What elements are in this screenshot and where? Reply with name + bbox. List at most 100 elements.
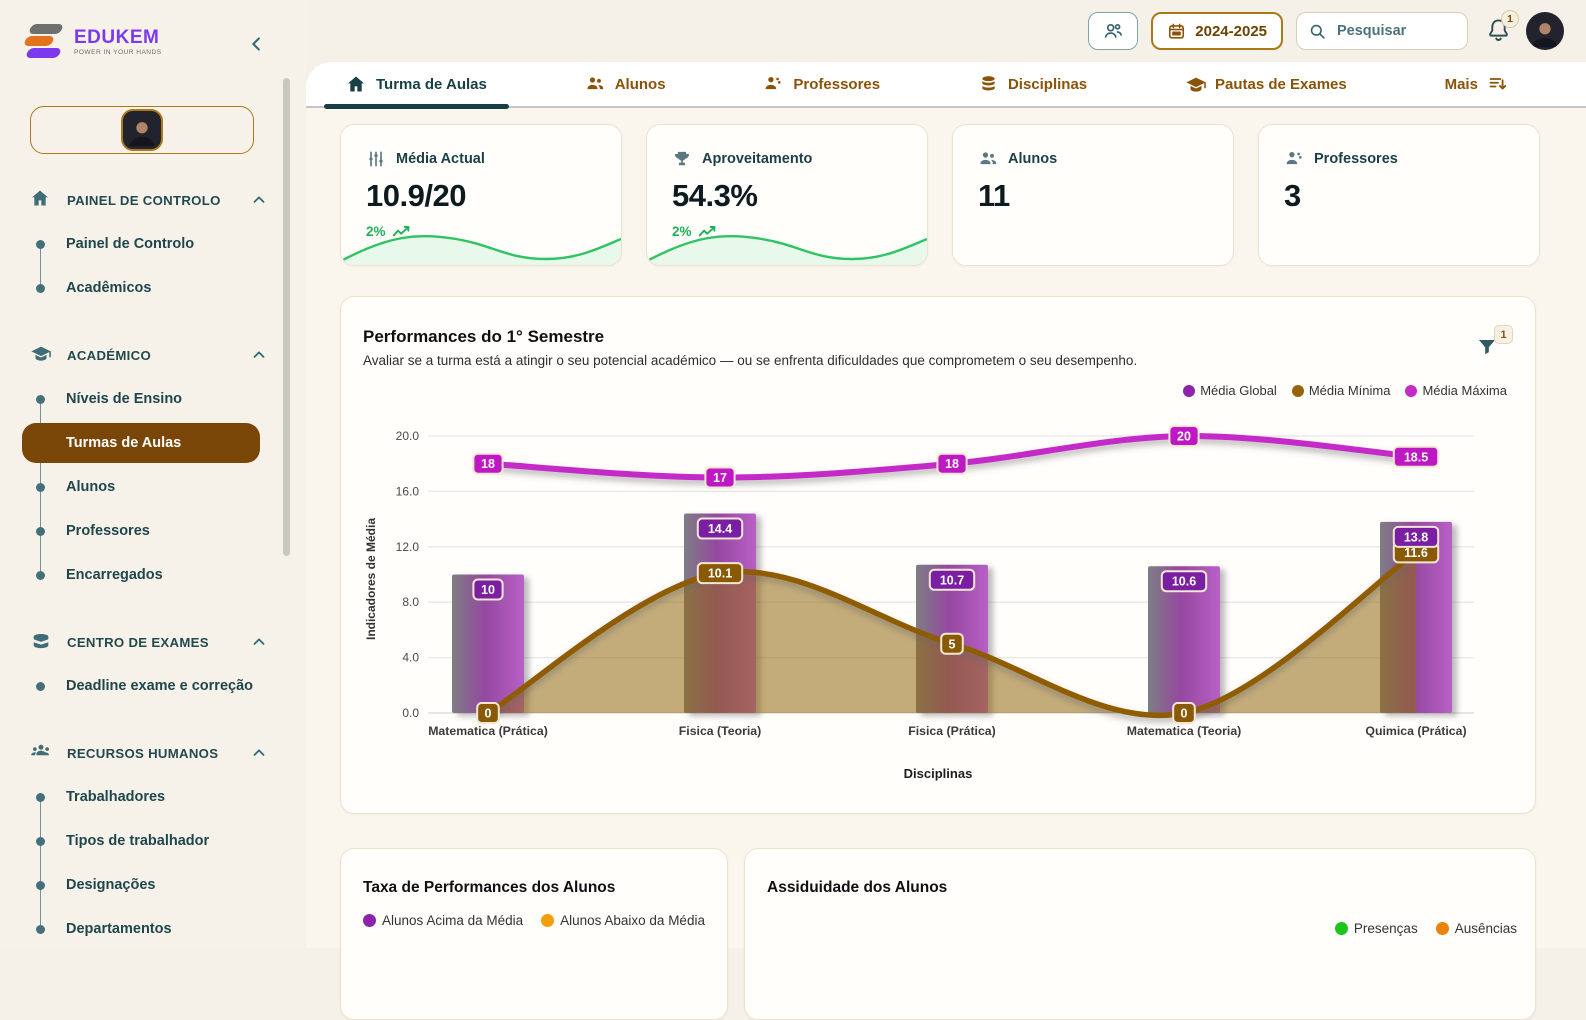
sidebar-item-turmas-de-aulas[interactable]: Turmas de Aulas	[0, 421, 290, 465]
bullet-icon	[36, 527, 45, 536]
legend-item-média-mínima: Média Mínima	[1292, 383, 1391, 398]
svg-text:18: 18	[945, 457, 959, 471]
teachers-icon	[763, 74, 783, 94]
tab-pautas-de-exames[interactable]: Pautas de Exames	[1179, 62, 1353, 106]
contacts-button[interactable]	[1088, 12, 1138, 50]
legend-dot-icon	[1405, 385, 1417, 397]
chart-title: Performances do 1° Semestre	[363, 327, 604, 347]
svg-text:Fisica (Prática): Fisica (Prática)	[908, 724, 995, 738]
sidebar-item-professores[interactable]: Professores	[0, 509, 290, 553]
legend-label: Alunos Acima da Média	[382, 913, 523, 928]
legend-label: Ausências	[1455, 921, 1517, 936]
sidebar-section-label: ACADÉMICO	[67, 348, 151, 363]
sidebar-item-deadline-exame-e-correção[interactable]: Deadline exame e correção	[0, 664, 290, 708]
svg-text:18.5: 18.5	[1404, 450, 1428, 464]
sidebar-section-centro-de-exames[interactable]: CENTRO DE EXAMES	[0, 620, 290, 664]
home-icon	[346, 74, 366, 94]
brand-tagline: POWER IN YOUR HANDS	[74, 49, 162, 56]
legend-item-presenças: Presenças	[1335, 921, 1418, 936]
svg-text:13.8: 13.8	[1404, 530, 1428, 544]
sidebar: EDUKEM POWER IN YOUR HANDS PAINEL DE CON…	[0, 0, 306, 948]
stat-label: Aproveitamento	[702, 151, 812, 167]
legend-label: Média Global	[1200, 383, 1277, 398]
brand-name: EDUKEM	[74, 28, 162, 48]
card-assiduidade-dos-alunos: Assiduidade dos Alunos Presenças Ausências	[744, 848, 1536, 1020]
tab-label: Mais	[1445, 76, 1478, 93]
tab-professores[interactable]: Professores	[757, 62, 886, 106]
tab-label: Professores	[793, 76, 880, 93]
svg-text:10.7: 10.7	[940, 573, 964, 587]
bullet-icon	[36, 483, 45, 492]
stat-value: 11	[953, 169, 1233, 214]
tab-turma-de-aulas[interactable]: Turma de Aulas	[340, 62, 493, 106]
sidebar-section-label: PAINEL DE CONTROLO	[67, 193, 221, 208]
svg-text:20: 20	[1177, 430, 1191, 444]
notifications-button[interactable]: 1	[1485, 16, 1513, 46]
sidebar-item-label: Deadline exame e correção	[66, 678, 253, 694]
academic-year-button[interactable]: 2024-2025	[1151, 12, 1283, 50]
svg-text:11.6: 11.6	[1404, 546, 1428, 560]
chevron-up-icon	[250, 633, 268, 651]
sidebar-item-encarregados[interactable]: Encarregados	[0, 553, 290, 597]
edukem-logo-icon	[24, 22, 64, 62]
sidebar-item-acadêmicos[interactable]: Acadêmicos	[0, 266, 290, 310]
calendar-icon	[1167, 22, 1186, 41]
search-box	[1296, 12, 1468, 50]
bullet-icon	[36, 837, 45, 846]
sidebar-item-níveis-de-ensino[interactable]: Níveis de Ensino	[0, 377, 290, 421]
legend-label: Presenças	[1354, 921, 1418, 936]
chart-legend: Média Global Média Mínima Média Máxima	[1183, 383, 1507, 398]
sidebar-item-tipos-de-trabalhador[interactable]: Tipos de trabalhador	[0, 819, 290, 863]
tab-mais[interactable]: Mais	[1439, 62, 1514, 106]
svg-text:10: 10	[481, 583, 495, 597]
svg-text:16.0: 16.0	[396, 484, 420, 498]
sidebar-item-designações[interactable]: Designações	[0, 863, 290, 907]
sidebar-item-label: Acadêmicos	[66, 280, 151, 296]
bullet-icon	[36, 395, 45, 404]
sidebar-item-painel-de-controlo[interactable]: Painel de Controlo	[0, 222, 290, 266]
sidebar-section-painel-de-controlo[interactable]: PAINEL DE CONTROLO	[0, 178, 290, 222]
sidebar-item-trabalhadores[interactable]: Trabalhadores	[0, 775, 290, 819]
tab-label: Disciplinas	[1008, 76, 1087, 93]
sidebar-item-alunos[interactable]: Alunos	[0, 465, 290, 509]
notification-count-badge: 1	[1501, 10, 1519, 28]
sidebar-scrollbar[interactable]	[283, 78, 290, 556]
stat-label: Alunos	[1008, 151, 1057, 167]
chart-filter-button[interactable]: 1	[1475, 335, 1501, 361]
svg-text:Indicadores de Média: Indicadores de Média	[364, 518, 378, 640]
tab-label: Turma de Aulas	[376, 76, 487, 93]
svg-text:Matematica (Teoria): Matematica (Teoria)	[1127, 724, 1242, 738]
chart-x-axis-label: Disciplinas	[341, 766, 1535, 781]
sort-icon	[1488, 74, 1508, 94]
tab-alunos[interactable]: Alunos	[579, 62, 672, 106]
legend-label: Média Máxima	[1422, 383, 1507, 398]
sidebar-item-departamentos[interactable]: Departamentos	[0, 907, 290, 951]
sidebar-item-label: Trabalhadores	[66, 789, 165, 805]
sidebar-section-académico[interactable]: ACADÉMICO	[0, 333, 290, 377]
legend-item-média-global: Média Global	[1183, 383, 1277, 398]
search-input[interactable]	[1335, 22, 1456, 40]
avatar	[121, 109, 163, 151]
bullet-icon	[36, 793, 45, 802]
performance-chart-card: Performances do 1° Semestre Avaliar se a…	[340, 296, 1536, 814]
stat-label: Média Actual	[396, 151, 485, 167]
svg-text:0: 0	[485, 707, 492, 721]
sidebar-user-card[interactable]	[30, 106, 254, 154]
stat-card-professores: Professores3	[1258, 124, 1540, 266]
legend-item-alunos-abaixo-da-média: Alunos Abaixo da Média	[541, 913, 705, 928]
stat-value: 54.3%	[647, 169, 927, 214]
performance-chart: 0.04.08.012.016.020.0Indicadores de Médi…	[357, 401, 1507, 741]
tab-disciplinas[interactable]: Disciplinas	[972, 62, 1093, 106]
avatar[interactable]	[1526, 12, 1564, 50]
users-group-icon	[30, 741, 54, 765]
sidebar-item-label: Departamentos	[66, 921, 172, 937]
card-legend: Alunos Acima da Média Alunos Abaixo da Mé…	[341, 913, 727, 928]
sidebar-collapse-button[interactable]	[246, 32, 270, 56]
stat-label: Professores	[1314, 151, 1398, 167]
sliders-icon	[366, 149, 386, 169]
sidebar-section-recursos-humanos[interactable]: RECURSOS HUMANOS	[0, 731, 290, 775]
legend-dot-icon	[1292, 385, 1304, 397]
svg-text:4.0: 4.0	[402, 651, 419, 665]
card-title: Assiduidade dos Alunos	[767, 879, 947, 897]
svg-text:14.4: 14.4	[708, 522, 732, 536]
